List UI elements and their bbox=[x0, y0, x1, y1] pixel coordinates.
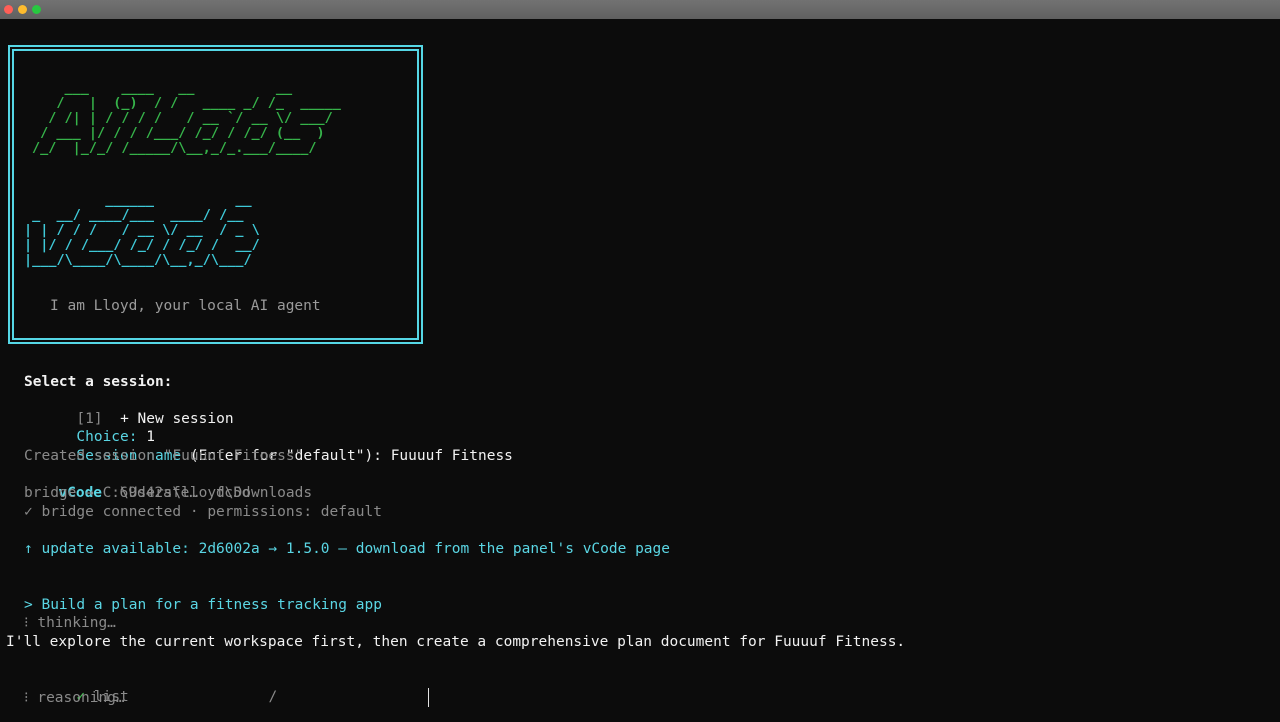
session-created-message: Created session "Fuuuuf Fitness" bbox=[24, 448, 304, 464]
ai-labs-ascii-logo: ___ ____ __ __ / | (_) / / ____ _/ /_ __… bbox=[32, 80, 341, 156]
session-select-prompt: Select a session: bbox=[24, 374, 173, 390]
title-bar bbox=[0, 0, 1280, 19]
banner-tagline: I am Lloyd, your local AI agent bbox=[50, 298, 321, 314]
session-name-value: Fuuuuf Fitness bbox=[390, 448, 513, 464]
close-window-button[interactable] bbox=[4, 5, 13, 14]
welcome-banner: ___ ____ __ __ / | (_) / / ____ _/ /_ __… bbox=[8, 45, 423, 344]
vcode-ascii-logo: ______ __ _ __/ ____/___ ____/ /__ | | /… bbox=[24, 192, 260, 268]
update-notice: ↑ update available: 2d6002a → 1.5.0 — do… bbox=[24, 541, 671, 557]
minimize-window-button[interactable] bbox=[18, 5, 27, 14]
terminal-content[interactable]: ___ ____ __ __ / | (_) / / ____ _/ /_ __… bbox=[0, 19, 1280, 722]
terminal-window: ___ ____ __ __ / | (_) / / ____ _/ /_ __… bbox=[0, 0, 1280, 722]
bridge-connected-status: ✓ bridge connected · permissions: defaul… bbox=[24, 504, 382, 520]
reasoning-indicator: ⁝ reasoning… bbox=[24, 690, 125, 706]
user-prompt: > Build a plan for a fitness tracking ap… bbox=[24, 597, 382, 613]
text-cursor bbox=[428, 688, 429, 707]
assistant-message: I'll explore the current workspace first… bbox=[6, 634, 906, 650]
bridge-path: bridge → C:\Users\lloyd\Downloads bbox=[24, 485, 313, 501]
thinking-indicator: ⁝ thinking… bbox=[24, 615, 116, 631]
maximize-window-button[interactable] bbox=[32, 5, 41, 14]
tool-argument: / bbox=[268, 689, 278, 705]
